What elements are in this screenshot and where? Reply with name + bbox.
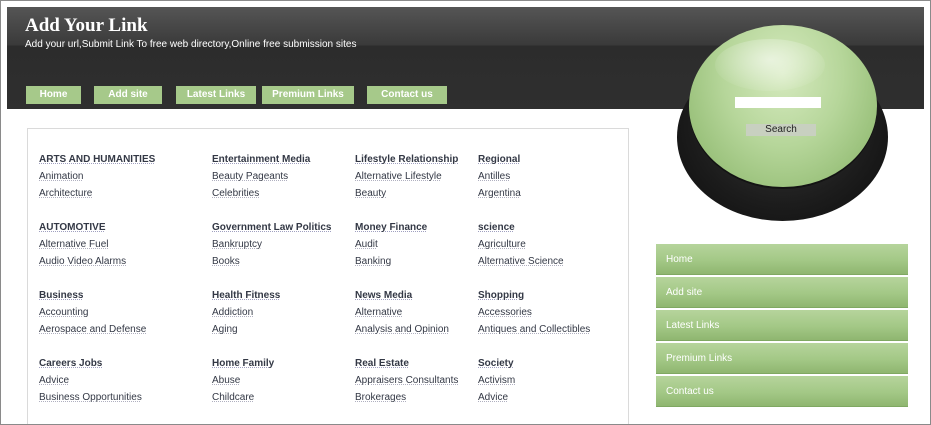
search-orb: [677, 25, 888, 221]
category-link[interactable]: Antilles: [478, 170, 510, 183]
category-heading[interactable]: Money Finance: [355, 221, 427, 234]
search-button[interactable]: Search: [746, 124, 816, 136]
sidebar-item-label: Premium Links: [666, 353, 733, 364]
category-heading[interactable]: Society: [478, 357, 514, 370]
category-heading[interactable]: Health Fitness: [212, 289, 280, 302]
category-heading[interactable]: Real Estate: [355, 357, 409, 370]
category-link[interactable]: Addiction: [212, 306, 253, 319]
directory-box: ARTS AND HUMANITIES Animation Architecture…: [27, 128, 629, 424]
category-link[interactable]: Audio Video Alarms: [39, 255, 126, 268]
category-heading[interactable]: Shopping: [478, 289, 524, 302]
top-nav-home[interactable]: Home: [26, 86, 81, 104]
sidebar-nav: Home Add site Latest Links Premium Links…: [656, 244, 908, 409]
site-title[interactable]: Add Your Link: [25, 15, 148, 37]
sidebar-item-home[interactable]: Home: [656, 244, 908, 275]
category-link[interactable]: Advice: [478, 391, 508, 404]
category-link[interactable]: Banking: [355, 255, 391, 268]
category-heading[interactable]: News Media: [355, 289, 412, 302]
category-link[interactable]: Business Opportunities: [39, 391, 142, 404]
category-link[interactable]: Accessories: [478, 306, 532, 319]
sidebar-item-label: Home: [666, 254, 693, 265]
category-link[interactable]: Celebrities: [212, 187, 259, 200]
category-link[interactable]: Aging: [212, 323, 238, 336]
sidebar-item-label: Latest Links: [666, 320, 720, 331]
category-link[interactable]: Agriculture: [478, 238, 526, 251]
category-link[interactable]: Alternative: [355, 306, 402, 319]
sidebar-item-contact-us[interactable]: Contact us: [656, 376, 908, 407]
category-link[interactable]: Alternative Lifestyle: [355, 170, 442, 183]
category-link[interactable]: Architecture: [39, 187, 92, 200]
category-link[interactable]: Alternative Science: [478, 255, 564, 268]
category-link[interactable]: Analysis and Opinion: [355, 323, 449, 336]
top-nav-contact-us[interactable]: Contact us: [367, 86, 447, 104]
category-link[interactable]: Alternative Fuel: [39, 238, 108, 251]
sidebar-item-label: Contact us: [666, 386, 714, 397]
category-link[interactable]: Books: [212, 255, 240, 268]
category-link[interactable]: Argentina: [478, 187, 521, 200]
category-link[interactable]: Childcare: [212, 391, 254, 404]
category-heading[interactable]: science: [478, 221, 515, 234]
search-input[interactable]: [735, 97, 821, 108]
sidebar-item-latest-links[interactable]: Latest Links: [656, 310, 908, 341]
category-link[interactable]: Beauty Pageants: [212, 170, 288, 183]
category-heading[interactable]: Regional: [478, 153, 520, 166]
category-heading[interactable]: Lifestyle Relationship: [355, 153, 458, 166]
category-link[interactable]: Audit: [355, 238, 378, 251]
category-heading[interactable]: Careers Jobs: [39, 357, 102, 370]
category-heading[interactable]: Home Family: [212, 357, 274, 370]
category-link[interactable]: Aerospace and Defense: [39, 323, 146, 336]
sidebar-item-premium-links[interactable]: Premium Links: [656, 343, 908, 374]
top-nav-latest-links[interactable]: Latest Links: [176, 86, 256, 104]
orb-gloss: [715, 39, 825, 91]
category-link[interactable]: Appraisers Consultants: [355, 374, 458, 387]
category-link[interactable]: Advice: [39, 374, 69, 387]
category-heading[interactable]: Business: [39, 289, 83, 302]
category-link[interactable]: Abuse: [212, 374, 240, 387]
sidebar-item-label: Add site: [666, 287, 703, 298]
category-link[interactable]: Beauty: [355, 187, 386, 200]
top-nav-add-site[interactable]: Add site: [94, 86, 162, 104]
category-link[interactable]: Accounting: [39, 306, 88, 319]
category-heading[interactable]: ARTS AND HUMANITIES: [39, 153, 155, 166]
category-link[interactable]: Antiques and Collectibles: [478, 323, 590, 336]
sidebar-item-add-site[interactable]: Add site: [656, 277, 908, 308]
category-link[interactable]: Bankruptcy: [212, 238, 262, 251]
category-link[interactable]: Animation: [39, 170, 83, 183]
category-heading[interactable]: Government Law Politics: [212, 221, 331, 234]
page: Add Your Link Add your url,Submit Link T…: [0, 0, 931, 425]
category-link[interactable]: Activism: [478, 374, 515, 387]
category-heading[interactable]: Entertainment Media: [212, 153, 310, 166]
category-heading[interactable]: AUTOMOTIVE: [39, 221, 105, 234]
site-tagline: Add your url,Submit Link To free web dir…: [25, 39, 357, 50]
top-nav-premium-links[interactable]: Premium Links: [262, 86, 354, 104]
category-link[interactable]: Brokerages: [355, 391, 406, 404]
